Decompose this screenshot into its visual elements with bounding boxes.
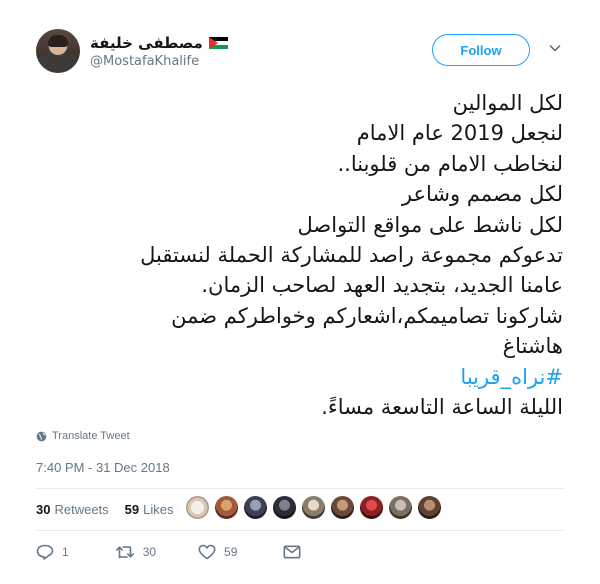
divider bbox=[36, 488, 564, 489]
liker-avatar[interactable] bbox=[417, 495, 442, 520]
tweet-line: لكل مصمم وشاعر bbox=[401, 182, 563, 207]
reply-count: 1 bbox=[62, 545, 69, 559]
divider bbox=[36, 530, 564, 531]
chevron-down-icon[interactable] bbox=[549, 42, 561, 54]
liker-avatar[interactable] bbox=[359, 495, 384, 520]
tweet-line: تدعوكم مجموعة راصد للمشاركة الحملة لنستق… bbox=[140, 243, 563, 268]
follow-button[interactable]: Follow bbox=[432, 34, 530, 66]
liker-avatars bbox=[185, 495, 442, 520]
liker-avatar[interactable] bbox=[330, 495, 355, 520]
like-count: 59 bbox=[224, 545, 238, 559]
liker-avatar[interactable] bbox=[243, 495, 268, 520]
engagement-stats: 30 Retweets 59 Likes bbox=[36, 502, 174, 517]
globe-icon bbox=[36, 431, 47, 441]
tweet-line: شاركونا تصاميمكم،اشعاركم وخواطركم ضمن bbox=[171, 303, 563, 328]
tweet-timestamp[interactable]: 7:40 PM - 31 Dec 2018 bbox=[36, 460, 170, 475]
reply-icon bbox=[36, 544, 54, 560]
author-name-row[interactable]: مصطفى خليفة bbox=[90, 34, 228, 52]
tweet-card: مصطفى خليفة @MostafaKhalife Follow لكل ا… bbox=[0, 0, 600, 584]
tweet-line: لكل الموالين bbox=[452, 91, 563, 115]
palestine-flag-icon bbox=[208, 36, 228, 50]
liker-avatar[interactable] bbox=[301, 495, 326, 520]
translate-tweet-link[interactable]: Translate Tweet bbox=[36, 430, 130, 442]
tweet-line: عامنا الجديد، بتجديد العهد لصاحب الزمان. bbox=[201, 273, 563, 298]
retweets-count: 30 bbox=[36, 502, 51, 517]
likes-stat[interactable]: 59 Likes bbox=[125, 502, 174, 517]
user-handle[interactable]: @MostafaKhalife bbox=[90, 54, 199, 69]
retweets-stat[interactable]: 30 Retweets bbox=[36, 502, 109, 517]
liker-avatar[interactable] bbox=[388, 495, 413, 520]
liker-avatar[interactable] bbox=[214, 495, 239, 520]
hashtag-link[interactable]: #نراه_قريبا bbox=[33, 362, 563, 392]
avatar[interactable] bbox=[36, 29, 80, 73]
liker-avatar[interactable] bbox=[185, 495, 210, 520]
tweet-line: لنجعل 2019 عام الامام bbox=[356, 121, 563, 146]
direct-message-button[interactable] bbox=[283, 545, 301, 559]
reply-button[interactable]: 1 bbox=[36, 544, 69, 560]
like-button[interactable]: 59 bbox=[198, 544, 237, 560]
liker-avatar[interactable] bbox=[272, 495, 297, 520]
tweet-actions: 1 30 59 bbox=[36, 544, 301, 560]
likes-count: 59 bbox=[124, 502, 140, 517]
tweet-text: لكل الموالين لنجعل 2019 عام الامام لنخاط… bbox=[33, 88, 563, 422]
display-name[interactable]: مصطفى خليفة bbox=[90, 34, 203, 52]
tweet-line: لنخاطب الامام من قلوبنا.. bbox=[337, 151, 563, 176]
translate-label: Translate Tweet bbox=[52, 430, 130, 442]
retweet-button[interactable]: 30 bbox=[115, 544, 156, 560]
heart-icon bbox=[198, 544, 216, 560]
tweet-line: هاشتاغ bbox=[502, 334, 563, 359]
envelope-icon bbox=[283, 545, 301, 559]
retweets-label: Retweets bbox=[54, 502, 109, 517]
retweet-count: 30 bbox=[142, 545, 157, 559]
tweet-line: الليلة الساعة التاسعة مساءً. bbox=[321, 395, 563, 420]
tweet-line: لكل ناشط على مواقع التواصل bbox=[297, 212, 564, 237]
likes-label: Likes bbox=[143, 502, 174, 517]
retweet-icon bbox=[115, 546, 134, 559]
